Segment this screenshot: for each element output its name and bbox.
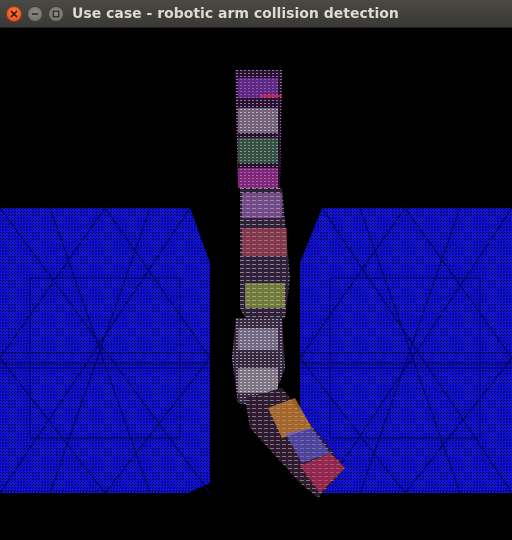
scene-canvas[interactable]	[0, 28, 512, 540]
arm-link-middle	[240, 188, 290, 328]
obstacle-block-left	[0, 207, 211, 494]
obstacle-block-right	[299, 207, 512, 494]
3d-viewport[interactable]	[0, 28, 512, 540]
window-title: Use case - robotic arm collision detecti…	[72, 6, 399, 22]
title-bar[interactable]: Use case - robotic arm collision detecti…	[0, 0, 512, 28]
app-window: Use case - robotic arm collision detecti…	[0, 0, 512, 540]
minimize-button[interactable]	[27, 6, 43, 22]
maximize-button[interactable]	[48, 6, 64, 22]
close-icon	[10, 10, 18, 18]
minimize-icon	[31, 10, 39, 18]
arm-link-top	[235, 70, 282, 188]
maximize-icon	[52, 10, 60, 18]
close-button[interactable]	[6, 6, 22, 22]
